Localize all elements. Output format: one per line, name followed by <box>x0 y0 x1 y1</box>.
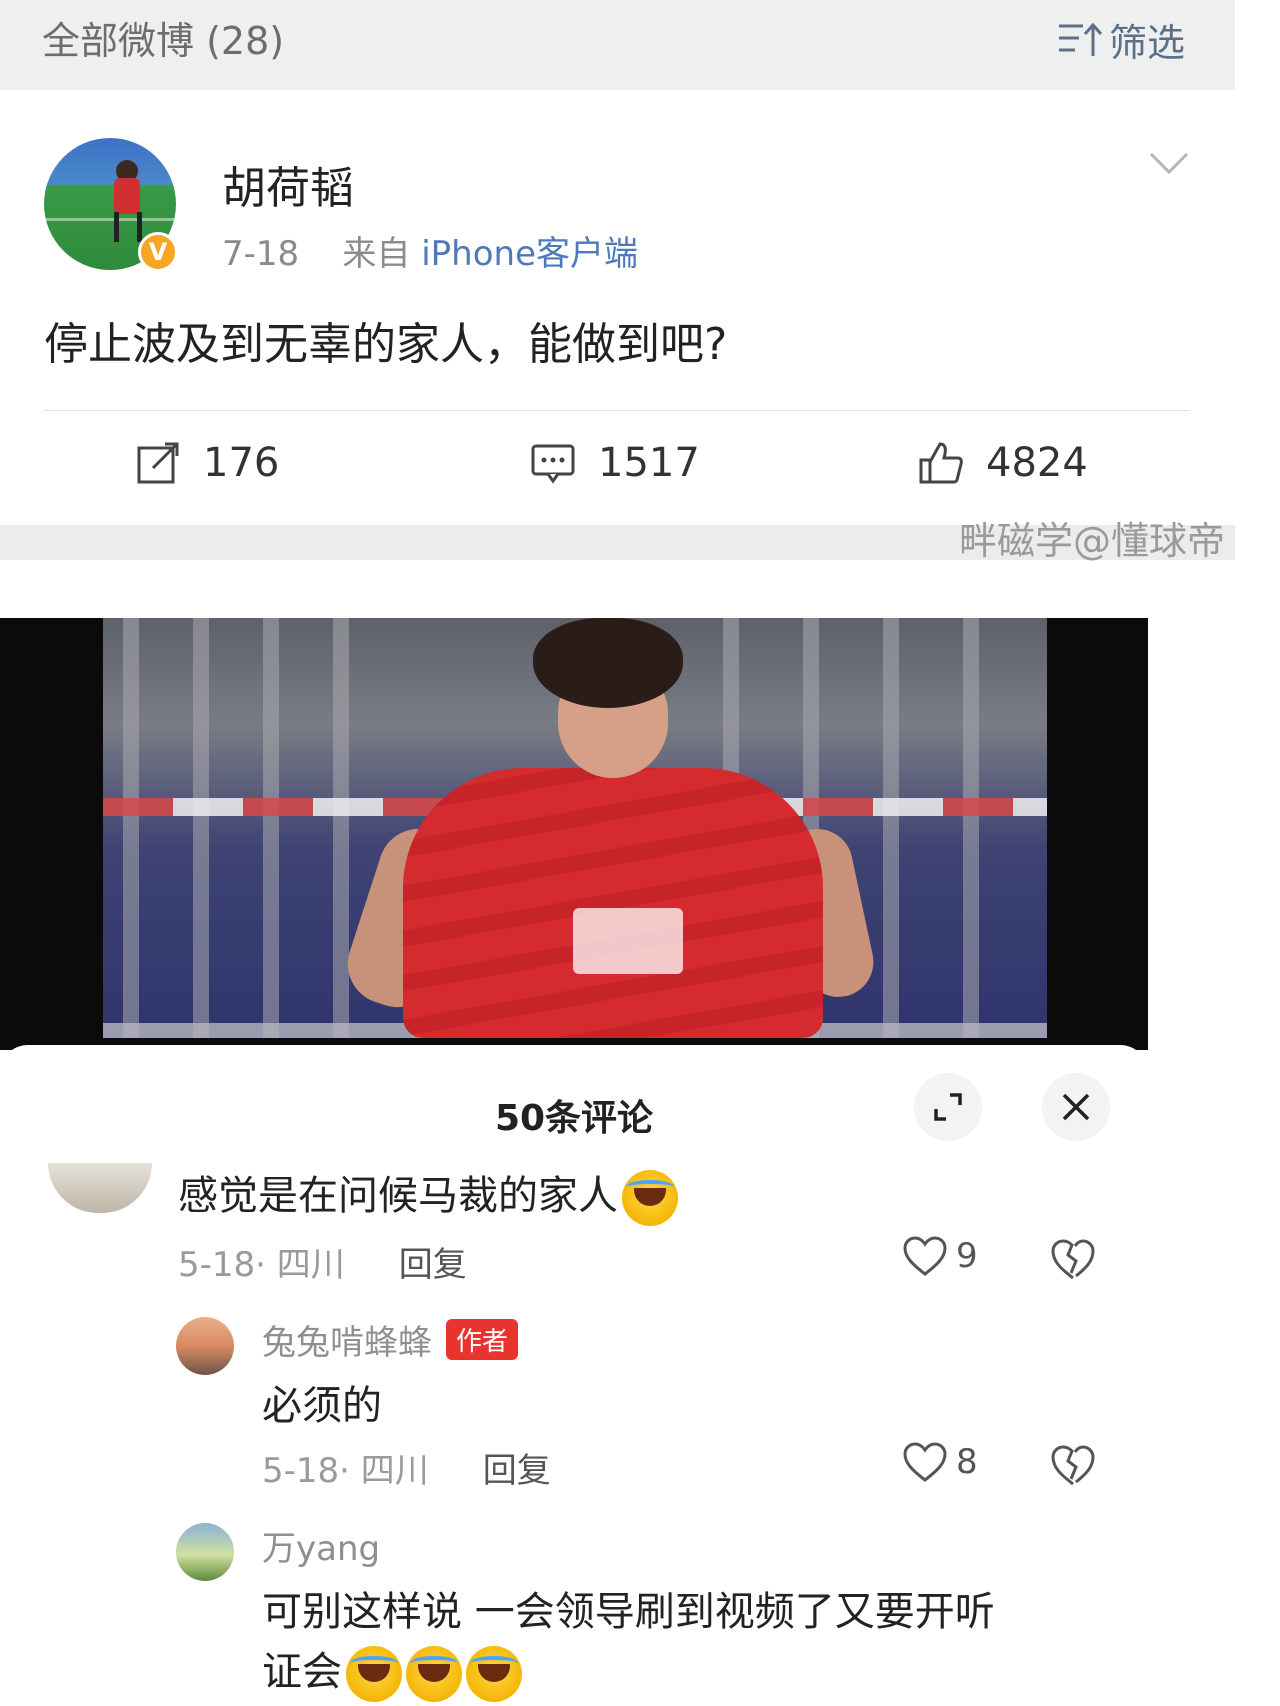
share-count: 176 <box>203 440 280 486</box>
close-button[interactable] <box>1042 1073 1110 1141</box>
post-source-prefix: 来自 <box>342 234 411 274</box>
reply-date: 5-18 <box>262 1451 340 1491</box>
reply-username[interactable]: 万yang <box>262 1521 380 1570</box>
author-tag-badge: 作者 <box>446 1319 519 1360</box>
comment-icon <box>531 444 575 484</box>
filter-icon <box>1058 22 1103 56</box>
dislike-icon[interactable] <box>1050 1443 1096 1487</box>
heart-icon <box>903 1236 947 1276</box>
replier-avatar[interactable] <box>176 1523 234 1581</box>
reply-text-line-1: 可别这样说 一会领导刷到视频了又要开听 <box>262 1589 995 1635</box>
reply-like-button[interactable]: 8 <box>902 1441 978 1483</box>
reply-text: 必须的 <box>262 1383 382 1429</box>
filter-button[interactable]: 筛选 <box>1057 12 1185 67</box>
comment-date: 5-18 <box>178 1245 256 1285</box>
laughing-tears-emoji-icon <box>346 1646 402 1702</box>
like-button[interactable]: 4824 <box>918 440 1088 486</box>
close-icon <box>1062 1093 1090 1121</box>
chevron-down-icon[interactable] <box>1148 150 1190 176</box>
reply-user: 万yang <box>262 1521 380 1570</box>
like-count: 4824 <box>986 440 1088 486</box>
expand-icon <box>934 1093 962 1121</box>
video-frame-image <box>103 618 1047 1038</box>
post-meta: 7-18 来自 iPhone客户端 <box>222 226 638 275</box>
filter-title: 全部微博 (28) <box>42 19 285 63</box>
replier-avatar[interactable] <box>176 1317 234 1375</box>
comments-sheet: 50条评论 感觉是在问候马裁的家人 5-18· 四川 回复 9 兔兔啃蜂蜂 作者… <box>0 1045 1148 1706</box>
post-date: 7-18 <box>222 234 300 274</box>
post-text: 停止波及到无辜的家人，能做到吧? <box>44 319 728 370</box>
comment-button[interactable]: 1517 <box>530 440 700 486</box>
comment-like-button[interactable]: 9 <box>902 1235 978 1277</box>
filter-bar: 全部微博 (28) 筛选 <box>0 0 1235 90</box>
heart-icon <box>903 1442 947 1482</box>
reply-user: 兔兔啃蜂蜂 作者 <box>262 1315 519 1364</box>
reply-button[interactable]: 回复 <box>483 1443 551 1492</box>
filter-label: 筛选 <box>1108 21 1185 65</box>
comment-text: 感觉是在问候马裁的家人 <box>178 1163 678 1226</box>
divider <box>44 410 1190 411</box>
laughing-tears-emoji-icon <box>406 1646 462 1702</box>
reply-text-line-2: 证会 <box>262 1639 522 1702</box>
laughing-tears-emoji-icon <box>466 1646 522 1702</box>
video-player[interactable] <box>0 618 1148 1050</box>
dislike-icon[interactable] <box>1050 1237 1096 1281</box>
comment-location: 四川 <box>276 1245 345 1285</box>
comment-meta: 5-18· 四川 回复 <box>178 1237 467 1286</box>
comment-count: 1517 <box>598 440 700 486</box>
expand-button[interactable] <box>914 1073 982 1141</box>
laughing-tears-emoji-icon <box>622 1170 678 1226</box>
share-icon <box>137 442 179 484</box>
reply-button[interactable]: 回复 <box>399 1237 467 1286</box>
comment-like-count: 9 <box>956 1236 978 1276</box>
verified-badge-icon: V <box>138 232 178 272</box>
reply-username[interactable]: 兔兔啃蜂蜂 <box>262 1315 432 1364</box>
thumbs-up-icon <box>919 442 963 484</box>
reply-meta: 5-18· 四川 回复 <box>262 1443 551 1492</box>
post-source[interactable]: iPhone客户端 <box>421 234 638 274</box>
share-button[interactable]: 176 <box>135 440 279 486</box>
reply-like-count: 8 <box>956 1442 978 1482</box>
post-card: V 胡荷韬 7-18 来自 iPhone客户端 停止波及到无辜的家人，能做到吧?… <box>0 90 1235 525</box>
reply-location: 四川 <box>360 1451 429 1491</box>
commenter-avatar[interactable] <box>48 1163 152 1213</box>
watermark: 畔磁学@懂球帝 <box>958 519 1225 563</box>
author-name[interactable]: 胡荷韬 <box>222 152 354 216</box>
weibo-post-screenshot: 全部微博 (28) 筛选 V 胡荷韬 7-18 来自 iPhone客户端 停止波… <box>0 0 1280 563</box>
